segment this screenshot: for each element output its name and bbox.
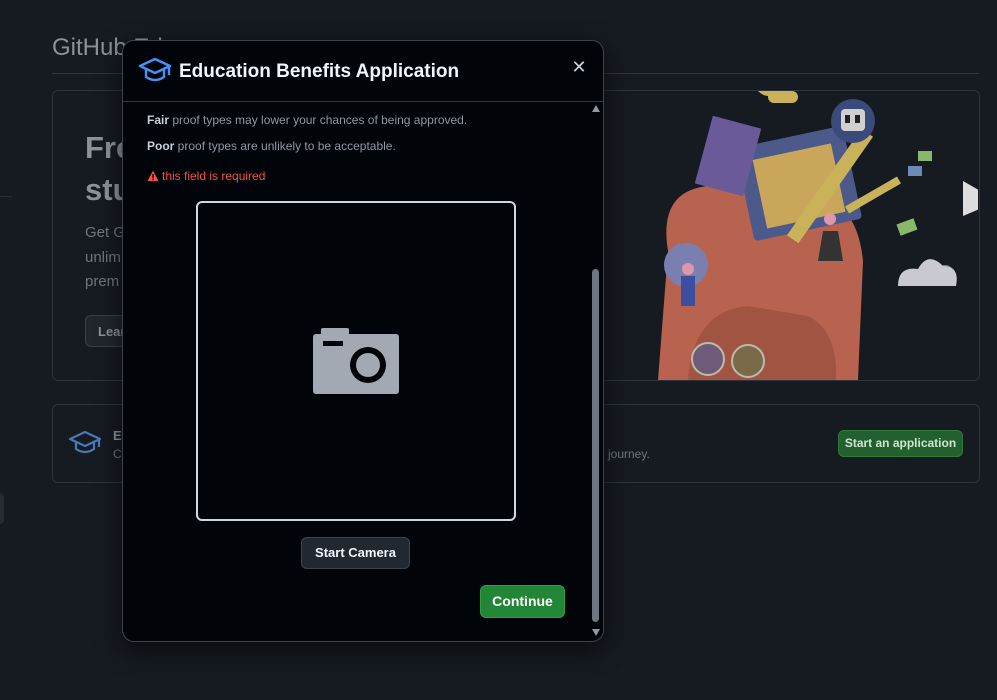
error-text: this field is required	[162, 169, 266, 183]
poor-proof-note: Poor proof types are unlikely to be acce…	[147, 139, 396, 153]
sidebar-tab-stub[interactable]	[0, 493, 4, 524]
dialog-scrollbar[interactable]	[589, 101, 603, 641]
fair-proof-note: Fair proof types may lower your chances …	[147, 113, 467, 127]
edu-card-text: C	[113, 447, 122, 461]
poor-text: proof types are unlikely to be acceptabl…	[174, 139, 396, 153]
hero-desc-line3: prem	[85, 273, 120, 290]
fair-text: proof types may lower your chances of be…	[169, 113, 468, 127]
camera-icon	[313, 328, 399, 394]
scroll-down-icon[interactable]	[592, 629, 600, 636]
hero-desc-line1: Get G	[85, 224, 126, 241]
education-application-dialog: Education Benefits Application ✕ Fair pr…	[122, 40, 604, 642]
field-required-error: this field is required	[147, 169, 265, 183]
hero-description: Get G unlim prem	[85, 221, 125, 295]
poor-label: Poor	[147, 139, 175, 153]
camera-preview	[196, 201, 516, 521]
close-icon[interactable]: ✕	[569, 57, 589, 77]
graduation-cap-icon	[138, 57, 172, 82]
mortarboard-icon	[68, 430, 102, 454]
scrollbar-thumb[interactable]	[592, 269, 599, 622]
start-camera-button[interactable]: Start Camera	[301, 537, 410, 569]
scroll-up-icon[interactable]	[592, 105, 600, 112]
fair-label: Fair	[147, 113, 170, 127]
left-divider	[0, 196, 12, 197]
hero-desc-line2: unlim	[85, 248, 121, 266]
start-application-button[interactable]: Start an application	[838, 430, 963, 457]
edu-card-text-tail: journey.	[608, 447, 650, 461]
continue-button[interactable]: Continue	[480, 585, 565, 618]
alert-icon	[147, 170, 159, 181]
education-illustration	[598, 91, 978, 380]
dialog-header: Education Benefits Application ✕	[123, 41, 603, 102]
dialog-title: Education Benefits Application	[179, 61, 460, 82]
